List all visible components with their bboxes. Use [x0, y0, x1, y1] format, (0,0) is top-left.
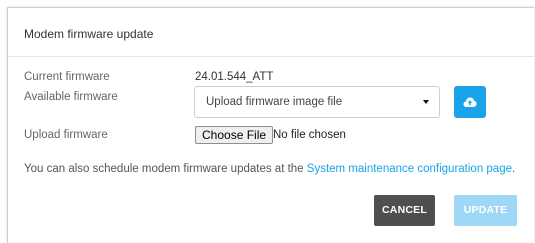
- choose-file-button[interactable]: Choose File: [195, 126, 274, 144]
- chevron-down-icon: [423, 100, 429, 104]
- file-status-text: No file chosen: [273, 129, 346, 141]
- title-divider: [8, 56, 534, 57]
- update-button[interactable]: UPDATE: [454, 195, 517, 226]
- upload-firmware-label: Upload firmware: [24, 129, 108, 141]
- cloud-upload-icon: [463, 97, 477, 107]
- available-firmware-select[interactable]: Upload firmware image file: [194, 86, 440, 118]
- schedule-info-prefix: You can also schedule modem firmware upd…: [24, 163, 307, 175]
- modem-firmware-dialog: Modem firmware update Current firmware 2…: [7, 7, 534, 243]
- system-maintenance-link[interactable]: System maintenance configuration page: [307, 163, 512, 175]
- upload-firmware-button[interactable]: [454, 86, 486, 118]
- schedule-info-suffix: .: [512, 163, 516, 175]
- available-firmware-label: Available firmware: [24, 91, 118, 103]
- dialog-title: Modem firmware update: [24, 27, 154, 41]
- schedule-info-text: You can also schedule modem firmware upd…: [24, 163, 515, 175]
- current-firmware-label: Current firmware: [24, 71, 110, 83]
- current-firmware-value: 24.01.544_ATT: [195, 71, 274, 83]
- available-firmware-selected: Upload firmware image file: [206, 96, 343, 108]
- cancel-button[interactable]: CANCEL: [374, 195, 435, 226]
